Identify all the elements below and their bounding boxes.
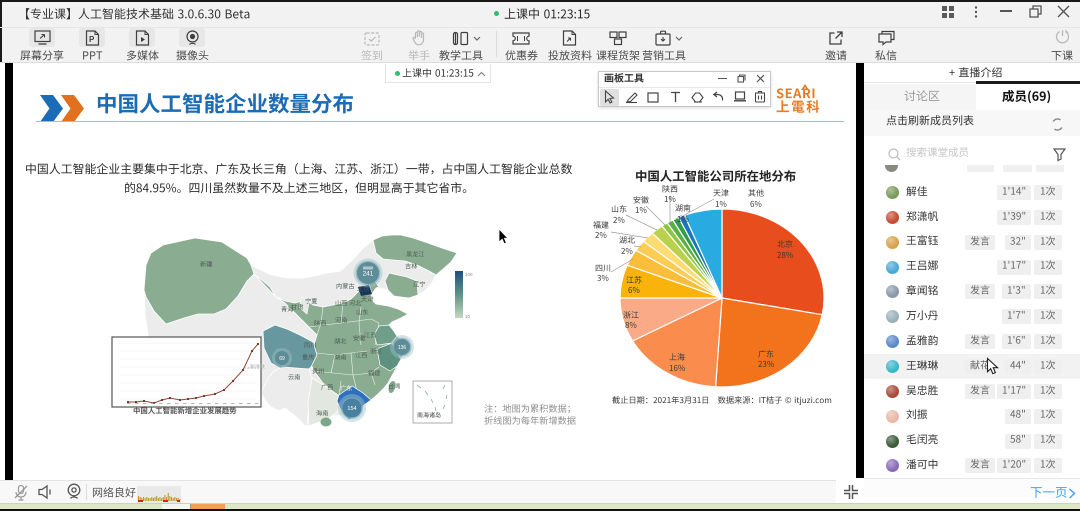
svg-text:154: 154 [347, 406, 356, 412]
svg-text:10: 10 [465, 314, 471, 319]
svg-text:136: 136 [398, 345, 407, 351]
svg-text:241: 241 [363, 270, 374, 277]
svg-text:P: P [89, 35, 95, 44]
svg-text:69: 69 [279, 356, 285, 362]
svg-text:100: 100 [465, 272, 473, 277]
